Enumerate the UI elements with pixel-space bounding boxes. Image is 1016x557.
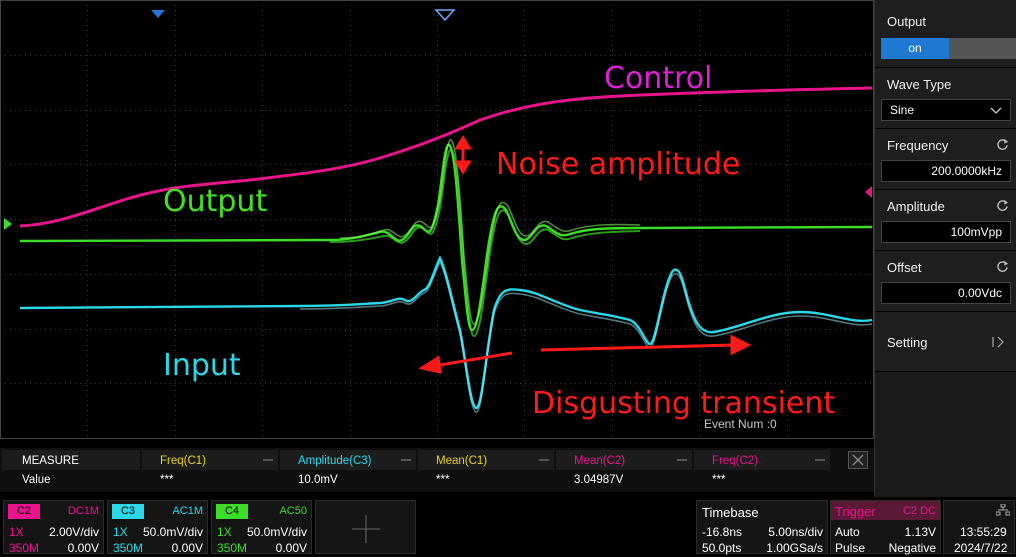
measure-col-name: Mean(C2) bbox=[574, 455, 626, 467]
channel-tag: C3 bbox=[112, 504, 144, 519]
setting-label: Setting bbox=[887, 335, 928, 350]
channel-offset: 0.00V bbox=[171, 541, 203, 555]
channel-bandwidth: 350M bbox=[217, 541, 248, 555]
channel-probe: 1X bbox=[9, 525, 24, 539]
channel-probe: 1X bbox=[113, 525, 128, 539]
trigger-position-marker[interactable] bbox=[151, 10, 165, 18]
measure-title: MEASURE bbox=[22, 455, 79, 467]
input-annotation: Input bbox=[163, 348, 241, 383]
measure-col-name: Freq(C2) bbox=[712, 455, 759, 467]
offset-input[interactable]: 0.00Vdc bbox=[881, 282, 1011, 304]
wave-type-value: Sine bbox=[890, 103, 915, 117]
channel-offset: 0.00V bbox=[67, 541, 99, 555]
timebase-scale: 5.00ns/div bbox=[768, 525, 823, 539]
amplitude-label: Amplitude bbox=[887, 199, 945, 214]
measure-col-name: Mean(C1) bbox=[436, 455, 488, 467]
offset-section: Offset 0.00Vdc bbox=[875, 251, 1016, 312]
reset-icon[interactable] bbox=[996, 199, 1009, 212]
channel-coupling: AC1M bbox=[172, 505, 203, 517]
panel-blank-area bbox=[875, 372, 1016, 497]
timebase-delay: -16.8ns bbox=[702, 525, 743, 539]
offset-label: Offset bbox=[887, 260, 922, 275]
measure-col-menu-icon[interactable] bbox=[401, 459, 411, 461]
waveform-canvas bbox=[0, 0, 874, 439]
chevron-down-icon bbox=[990, 107, 1002, 114]
measure-col-name: Amplitude(C3) bbox=[298, 455, 372, 467]
function-generator-panel: Output on Wave Type Sine Frequency 200.0… bbox=[874, 0, 1016, 497]
clock-box: 13:55:29 2024/7/22 bbox=[943, 500, 1015, 555]
trigger-polarity: Negative bbox=[888, 541, 936, 555]
channel-offset: 0.00V bbox=[275, 541, 307, 555]
trigger-level: 1.13V bbox=[904, 525, 936, 539]
measure-col-value: 3.04987V bbox=[574, 474, 624, 486]
channel-scale: 50.0mV/div bbox=[142, 525, 203, 539]
reset-icon[interactable] bbox=[996, 260, 1009, 273]
output-label: Output bbox=[887, 14, 927, 29]
measure-col-menu-icon[interactable] bbox=[539, 459, 549, 461]
channel-coupling: DC1M bbox=[67, 505, 99, 517]
trigger-box[interactable]: Trigger C2 DC Auto 1.13V Pulse Negative bbox=[830, 500, 941, 555]
noise-amplitude-arrow bbox=[454, 135, 472, 175]
network-icon bbox=[996, 504, 1010, 516]
channel-tag: C2 bbox=[8, 504, 40, 519]
channel-c4-box[interactable]: C4 AC50 1X 50.0mV/div 350M 0.00V bbox=[211, 500, 312, 555]
frequency-label: Frequency bbox=[887, 138, 949, 153]
trigger-level-marker[interactable] bbox=[865, 186, 872, 198]
timebase-label: Timebase bbox=[702, 505, 759, 520]
measure-bar: MEASURE Value Freq(C1) *** Amplitude(C3)… bbox=[0, 448, 874, 492]
measure-close-button[interactable] bbox=[848, 451, 868, 469]
frequency-input[interactable]: 200.0000kHz bbox=[881, 160, 1011, 182]
channel-scale: 50.0mV/div bbox=[246, 525, 307, 539]
output-toggle[interactable]: on bbox=[881, 38, 1016, 59]
transient-annotation: Disgusting transient bbox=[532, 386, 836, 421]
amplitude-input[interactable]: 100mVpp bbox=[881, 221, 1011, 243]
trigger-mode: Auto bbox=[835, 525, 860, 539]
amplitude-section: Amplitude 100mVpp bbox=[875, 190, 1016, 251]
wave-type-select[interactable]: Sine bbox=[881, 99, 1011, 121]
add-channel-button[interactable] bbox=[315, 500, 416, 554]
clock-time: 13:55:29 bbox=[960, 525, 1007, 539]
channel-c3-box[interactable]: C3 AC1M 1X 50.0mV/div 350M 0.00V bbox=[107, 500, 208, 555]
channel-bandwidth: 350M bbox=[9, 541, 40, 555]
clock-date: 2024/7/22 bbox=[954, 541, 1008, 555]
control-annotation: Control bbox=[604, 61, 713, 96]
trigger-type: Pulse bbox=[835, 541, 866, 555]
setting-button[interactable]: Setting bbox=[875, 312, 1016, 372]
measure-col-menu-icon[interactable] bbox=[677, 459, 687, 461]
channel-coupling: AC50 bbox=[279, 505, 307, 517]
noise-amplitude-annotation: Noise amplitude bbox=[496, 147, 741, 182]
expand-right-icon bbox=[992, 336, 1004, 348]
timebase-points: 50.0pts bbox=[702, 541, 742, 555]
output-annotation: Output bbox=[163, 184, 268, 219]
measure-col-menu-icon[interactable] bbox=[263, 459, 273, 461]
wave-type-label: Wave Type bbox=[887, 77, 952, 92]
channel-c2-box[interactable]: C2 DC1M 1X 2.00V/div 350M 0.00V bbox=[3, 500, 104, 555]
measure-col-menu-icon[interactable] bbox=[815, 459, 825, 461]
trigger-source: C2 DC bbox=[902, 505, 936, 517]
output-on-indicator: on bbox=[881, 38, 949, 59]
waveform-display[interactable]: Control Output Input Noise amplitude Dis… bbox=[0, 0, 874, 445]
wave-type-section: Wave Type Sine bbox=[875, 68, 1016, 129]
plus-icon bbox=[352, 515, 380, 543]
output-section: Output on bbox=[875, 0, 1016, 68]
channel-scale: 2.00V/div bbox=[48, 525, 99, 539]
frequency-section: Frequency 200.0000kHz bbox=[875, 129, 1016, 190]
status-bar: C2 DC1M 1X 2.00V/div 350M 0.00V C3 AC1M … bbox=[0, 497, 1016, 557]
channel-tag: C4 bbox=[216, 504, 248, 519]
timebase-rate: 1.00GSa/s bbox=[766, 541, 823, 555]
measure-col-value: *** bbox=[160, 474, 174, 486]
measure-col-value: *** bbox=[436, 474, 450, 486]
channel-probe: 1X bbox=[217, 525, 232, 539]
close-icon bbox=[852, 454, 864, 466]
event-number: Event Num :0 bbox=[704, 417, 777, 431]
trigger-label: Trigger bbox=[835, 504, 876, 519]
channel-bandwidth: 350M bbox=[113, 541, 144, 555]
timebase-box[interactable]: Timebase -16.8ns 5.00ns/div 50.0pts 1.00… bbox=[696, 500, 828, 555]
measure-col-value: 10.0mV bbox=[298, 474, 338, 486]
reset-icon[interactable] bbox=[996, 138, 1009, 151]
measure-col-name: Freq(C1) bbox=[160, 455, 207, 467]
time-reference-marker[interactable] bbox=[434, 9, 456, 22]
measure-col-value: *** bbox=[712, 474, 726, 486]
measure-row-label: Value bbox=[22, 474, 51, 486]
